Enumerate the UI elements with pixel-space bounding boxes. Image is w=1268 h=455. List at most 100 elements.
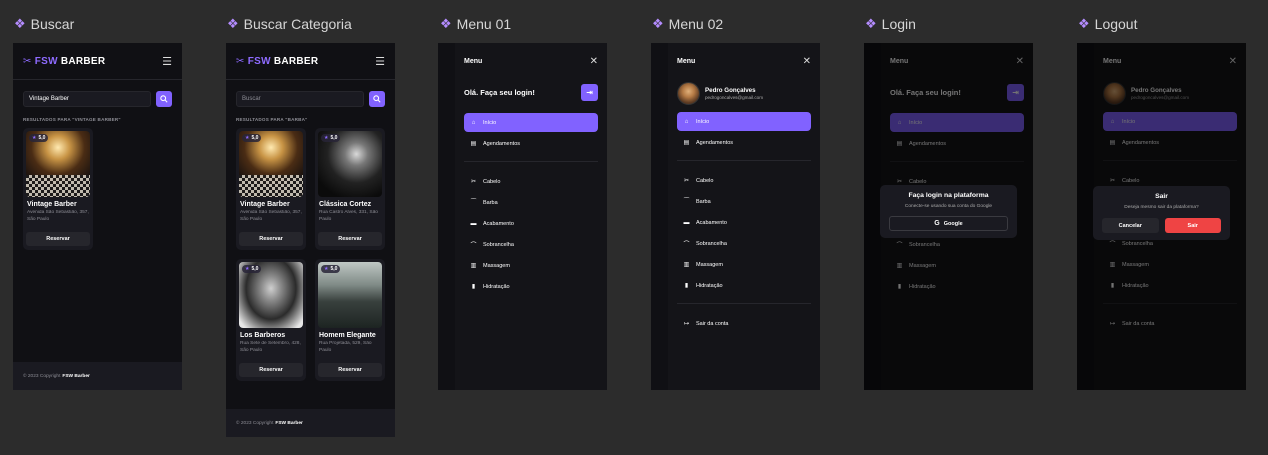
frame-title-buscar-categoria: ❖ Buscar Categoria bbox=[227, 16, 352, 32]
menu-item-inicio[interactable]: ⌂Início bbox=[464, 113, 598, 132]
rating-badge: ★ 5,0 bbox=[321, 134, 341, 142]
header: ✂ FSW BARBER ☰ bbox=[13, 43, 182, 80]
menu-item-agendamentos[interactable]: ▤Agendamentos bbox=[464, 134, 598, 153]
component-icon: ❖ bbox=[652, 16, 664, 31]
home-icon: ⌂ bbox=[471, 119, 476, 126]
logout-dialog: Sair Deseja mesmo sair da plataforma? Ca… bbox=[1093, 186, 1230, 240]
barbershop-name: Vintage Barber bbox=[240, 201, 290, 208]
menu-title: Menu bbox=[464, 58, 483, 65]
dialog-title: Sair bbox=[1155, 193, 1168, 200]
towel-icon: ▥ bbox=[470, 263, 477, 269]
bottle-icon: ▮ bbox=[684, 283, 689, 289]
search-button[interactable] bbox=[156, 91, 172, 107]
logo: ✂ FSW BARBER bbox=[236, 55, 319, 67]
divider bbox=[464, 161, 598, 162]
reserve-button[interactable]: Reservar bbox=[318, 232, 382, 246]
logo: ✂ FSW BARBER bbox=[23, 55, 106, 67]
user-name: Pedro Gonçalves bbox=[705, 86, 756, 94]
reserve-button[interactable]: Reservar bbox=[239, 232, 303, 246]
logout-item[interactable]: ↦Sair da conta bbox=[677, 314, 811, 333]
user-info: Pedro Gonçalvespedrogoncalves@gmail.com bbox=[677, 80, 811, 106]
frame-buscar: ✂ FSW BARBER ☰ Vintage Barber RESULTADOS P… bbox=[13, 43, 182, 390]
component-icon: ❖ bbox=[14, 16, 26, 31]
rating-badge: ★ 5,0 bbox=[242, 134, 262, 142]
category-massagem[interactable]: ▥Massagem bbox=[464, 256, 598, 275]
star-icon: ★ bbox=[324, 266, 329, 272]
barbershop-card[interactable]: ★ 5,0 Vintage Barber Avenida São Sebastiã… bbox=[236, 128, 306, 250]
barbershop-card[interactable]: ★ 5,0 Vintage Barber Avenida São Sebastiã… bbox=[23, 128, 93, 250]
close-icon[interactable]: ✕ bbox=[803, 56, 811, 67]
razor-icon: ▬ bbox=[470, 220, 477, 227]
search-button[interactable] bbox=[369, 91, 385, 107]
side-menu: Menu ✕ Olá. Faça seu login! ⇥ ⌂Início ▤Age… bbox=[455, 43, 607, 390]
scissors-icon: ✂ bbox=[470, 179, 477, 185]
frame-title-login: ❖ Login bbox=[865, 16, 916, 32]
barbershop-address: Rua Castro Alves, 331, São Paulo bbox=[319, 210, 378, 222]
reserve-button[interactable]: Reservar bbox=[26, 232, 90, 246]
barbershop-image: ★ 5,0 bbox=[26, 131, 90, 197]
divider bbox=[677, 160, 811, 161]
cancel-button[interactable]: Cancelar bbox=[1102, 218, 1159, 233]
frame-title-logout: ❖ Logout bbox=[1078, 16, 1138, 32]
barbershop-address: Rua Sete de Setembro, 428, São Paulo bbox=[240, 341, 301, 353]
component-icon: ❖ bbox=[227, 16, 239, 31]
category-hidratacao[interactable]: ▮Hidratação bbox=[677, 276, 811, 295]
hamburger-icon[interactable]: ☰ bbox=[375, 55, 385, 68]
category-cabelo[interactable]: ✂Cabelo bbox=[464, 172, 598, 191]
barbershop-image: ★ 5,0 bbox=[318, 131, 382, 197]
barbershop-card[interactable]: ★ 5,0 Los Barberos Rua Sete de Setembro, … bbox=[236, 259, 306, 381]
rating-badge: ★ 5,0 bbox=[321, 265, 341, 273]
avatar bbox=[677, 81, 700, 105]
confirm-logout-button[interactable]: Sair bbox=[1164, 218, 1221, 233]
barbershop-image: ★ 5,0 bbox=[239, 131, 303, 197]
hamburger-icon[interactable]: ☰ bbox=[162, 55, 172, 68]
calendar-icon: ▤ bbox=[470, 141, 477, 147]
eyebrow-icon: ⌒ bbox=[470, 243, 477, 249]
barbershop-image: ★ 5,0 bbox=[239, 262, 303, 328]
bottle-icon: ▮ bbox=[471, 284, 476, 290]
google-login-button[interactable]: G Google bbox=[889, 216, 1008, 231]
home-icon: ⌂ bbox=[684, 118, 689, 125]
category-cabelo[interactable]: ✂Cabelo bbox=[677, 171, 811, 190]
login-button[interactable]: ⇥ bbox=[581, 83, 598, 101]
reserve-button[interactable]: Reservar bbox=[239, 363, 303, 377]
razor-icon: ▬ bbox=[683, 219, 690, 226]
footer: © 2023 Copyright FSW Barber bbox=[13, 362, 182, 390]
category-sobrancelha[interactable]: ⌒Sobrancelha bbox=[677, 234, 811, 253]
category-hidratacao[interactable]: ▮Hidratação bbox=[464, 277, 598, 296]
search-input[interactable]: Buscar bbox=[236, 91, 364, 107]
frame-title-menu01: ❖ Menu 01 bbox=[440, 16, 512, 32]
dialog-subtitle: Conecte-se usando sua conta do Google bbox=[904, 204, 993, 209]
barbershop-name: Homem Elegante bbox=[319, 332, 376, 339]
search-icon bbox=[160, 95, 168, 103]
reserve-button[interactable]: Reservar bbox=[318, 363, 382, 377]
menu-title: Menu bbox=[677, 58, 696, 65]
frame-logout: Menu✕ Pedro Gonçalvespedrogoncalves@gmai… bbox=[1077, 43, 1246, 390]
category-massagem[interactable]: ▥Massagem bbox=[677, 255, 811, 274]
barbershop-card[interactable]: ★ 5,0 Clássica Cortez Rua Castro Alves, 3… bbox=[315, 128, 385, 250]
rating-badge: ★ 5,0 bbox=[29, 134, 49, 142]
component-icon: ❖ bbox=[1078, 16, 1090, 31]
menu-item-agendamentos[interactable]: ▤Agendamentos bbox=[677, 133, 811, 152]
calendar-icon: ▤ bbox=[683, 140, 690, 146]
category-sobrancelha[interactable]: ⌒Sobrancelha bbox=[464, 235, 598, 254]
search-input[interactable]: Vintage Barber bbox=[23, 91, 151, 107]
category-barba[interactable]: ⁀Barba bbox=[677, 192, 811, 211]
category-acabamento[interactable]: ▬Acabamento bbox=[677, 213, 811, 232]
category-acabamento[interactable]: ▬Acabamento bbox=[464, 214, 598, 233]
login-prompt: Olá. Faça seu login! bbox=[464, 87, 535, 97]
results-title: RESULTADOS PARA "BARBA" bbox=[236, 117, 308, 122]
divider bbox=[677, 303, 811, 304]
category-barba[interactable]: ⁀Barba bbox=[464, 193, 598, 212]
mustache-icon: ⁀ bbox=[684, 199, 689, 205]
barbershop-card[interactable]: ★ 5,0 Homem Elegante Rua Projetada, 529, … bbox=[315, 259, 385, 381]
barbershop-name: Los Barberos bbox=[240, 332, 286, 339]
menu-item-inicio[interactable]: ⌂Início bbox=[677, 112, 811, 131]
component-icon: ❖ bbox=[865, 16, 877, 31]
towel-icon: ▥ bbox=[683, 262, 690, 268]
frame-buscar-categoria: ✂ FSW BARBER ☰ Buscar RESULTADOS PARA "BAR… bbox=[226, 43, 395, 437]
mustache-icon: ⁀ bbox=[471, 200, 476, 206]
login-icon: ⇥ bbox=[586, 87, 593, 97]
close-icon[interactable]: ✕ bbox=[590, 56, 598, 67]
frame-menu02: Menu ✕ Pedro Gonçalves pedrogoncalves@gmai… bbox=[651, 43, 820, 390]
